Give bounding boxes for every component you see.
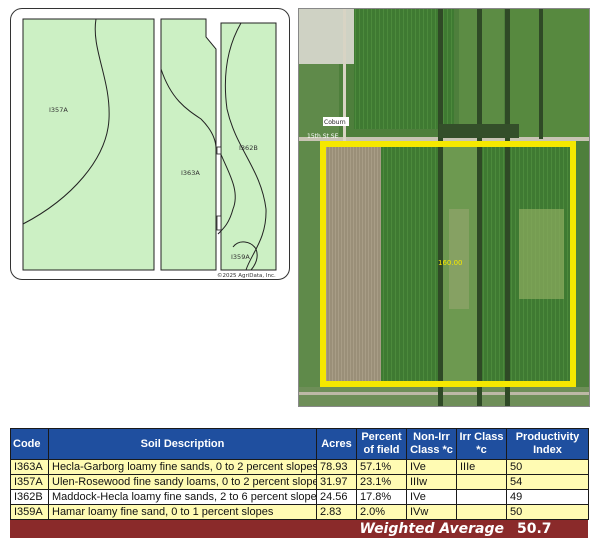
table-row: I362B Maddock-Hecla loamy fine sands, 2 … bbox=[10, 489, 589, 505]
header-description: Soil Description bbox=[48, 428, 317, 460]
soil-label-i363a: I363A bbox=[181, 169, 200, 177]
cell-pi: 54 bbox=[506, 474, 589, 490]
cell-code: I359A bbox=[10, 504, 49, 520]
cell-irr bbox=[456, 489, 507, 505]
header-code: Code bbox=[10, 428, 49, 460]
cell-nonirr: IVe bbox=[406, 459, 457, 475]
header-productivity-index: Productivity Index bbox=[506, 428, 589, 460]
cell-nonirr: IIIw bbox=[406, 474, 457, 490]
cell-code: I362B bbox=[10, 489, 49, 505]
cell-acres: 78.93 bbox=[316, 459, 357, 475]
cell-pi: 49 bbox=[506, 489, 589, 505]
cell-acres: 2.83 bbox=[316, 504, 357, 520]
parcel-gap bbox=[216, 146, 222, 155]
soil-label-i359a: I359A bbox=[231, 253, 250, 261]
soil-parcel-middle bbox=[160, 18, 217, 271]
table-header-row: Code Soil Description Acres Percent of fi… bbox=[10, 428, 589, 460]
cell-pi: 50 bbox=[506, 459, 589, 475]
table-row: I357A Ulen-Rosewood fine sandy loams, 0 … bbox=[10, 474, 589, 490]
table-row: I359A Hamar loamy fine sand, 0 to 1 perc… bbox=[10, 504, 589, 520]
cell-acres: 31.97 bbox=[316, 474, 357, 490]
cell-code: I363A bbox=[10, 459, 49, 475]
cell-acres: 24.56 bbox=[316, 489, 357, 505]
cell-nonirr: IVe bbox=[406, 489, 457, 505]
cell-irr: IIIe bbox=[456, 459, 507, 475]
soil-table: Code Soil Description Acres Percent of fi… bbox=[10, 428, 589, 520]
cell-irr bbox=[456, 474, 507, 490]
header-acres: Acres bbox=[316, 428, 357, 460]
header-irr-class: Irr Class *c bbox=[456, 428, 507, 460]
header-nonirr-class: Non-Irr Class *c bbox=[406, 428, 457, 460]
cell-description: Ulen-Rosewood fine sandy loams, 0 to 2 p… bbox=[48, 474, 317, 490]
weighted-average-value: 50.7 bbox=[517, 521, 552, 537]
soil-map-panel: I357A I363A I362B I359A ©2025 AgriData, … bbox=[10, 8, 290, 280]
weighted-average-bar: Weighted Average 50.7 bbox=[10, 520, 588, 538]
cell-code: I357A bbox=[10, 474, 49, 490]
parcel-gap bbox=[216, 215, 222, 231]
aerial-photo-panel: Coburn 15th St SE 160.00 bbox=[298, 8, 590, 407]
cell-percent: 57.1% bbox=[356, 459, 407, 475]
road-label-15th-st: 15th St SE bbox=[307, 133, 339, 140]
soil-parcel-left bbox=[22, 18, 155, 271]
cell-irr bbox=[456, 504, 507, 520]
cell-pi: 50 bbox=[506, 504, 589, 520]
cell-description: Hecla-Garborg loamy fine sands, 0 to 2 p… bbox=[48, 459, 317, 475]
header-percent: Percent of field bbox=[356, 428, 407, 460]
table-row: I363A Hecla-Garborg loamy fine sands, 0 … bbox=[10, 459, 589, 475]
cell-description: Maddock-Hecla loamy fine sands, 2 to 6 p… bbox=[48, 489, 317, 505]
cell-percent: 17.8% bbox=[356, 489, 407, 505]
road-label-coburn: Coburn bbox=[324, 119, 346, 126]
cell-description: Hamar loamy fine sand, 0 to 1 percent sl… bbox=[48, 504, 317, 520]
soil-label-i362b: I362B bbox=[239, 144, 258, 152]
aerial-photo-drawing: Coburn 15th St SE 160.00 bbox=[299, 9, 589, 406]
cell-nonirr: IVw bbox=[406, 504, 457, 520]
field-acreage-label: 160.00 bbox=[438, 259, 463, 267]
soil-map-drawing: I357A I363A I362B I359A ©2025 AgriData, … bbox=[22, 18, 277, 279]
map-copyright: ©2025 AgriData, Inc. bbox=[217, 272, 276, 279]
cell-percent: 2.0% bbox=[356, 504, 407, 520]
soil-label-i357a: I357A bbox=[49, 106, 68, 114]
cell-percent: 23.1% bbox=[356, 474, 407, 490]
weighted-average-label: Weighted Average bbox=[359, 521, 504, 537]
